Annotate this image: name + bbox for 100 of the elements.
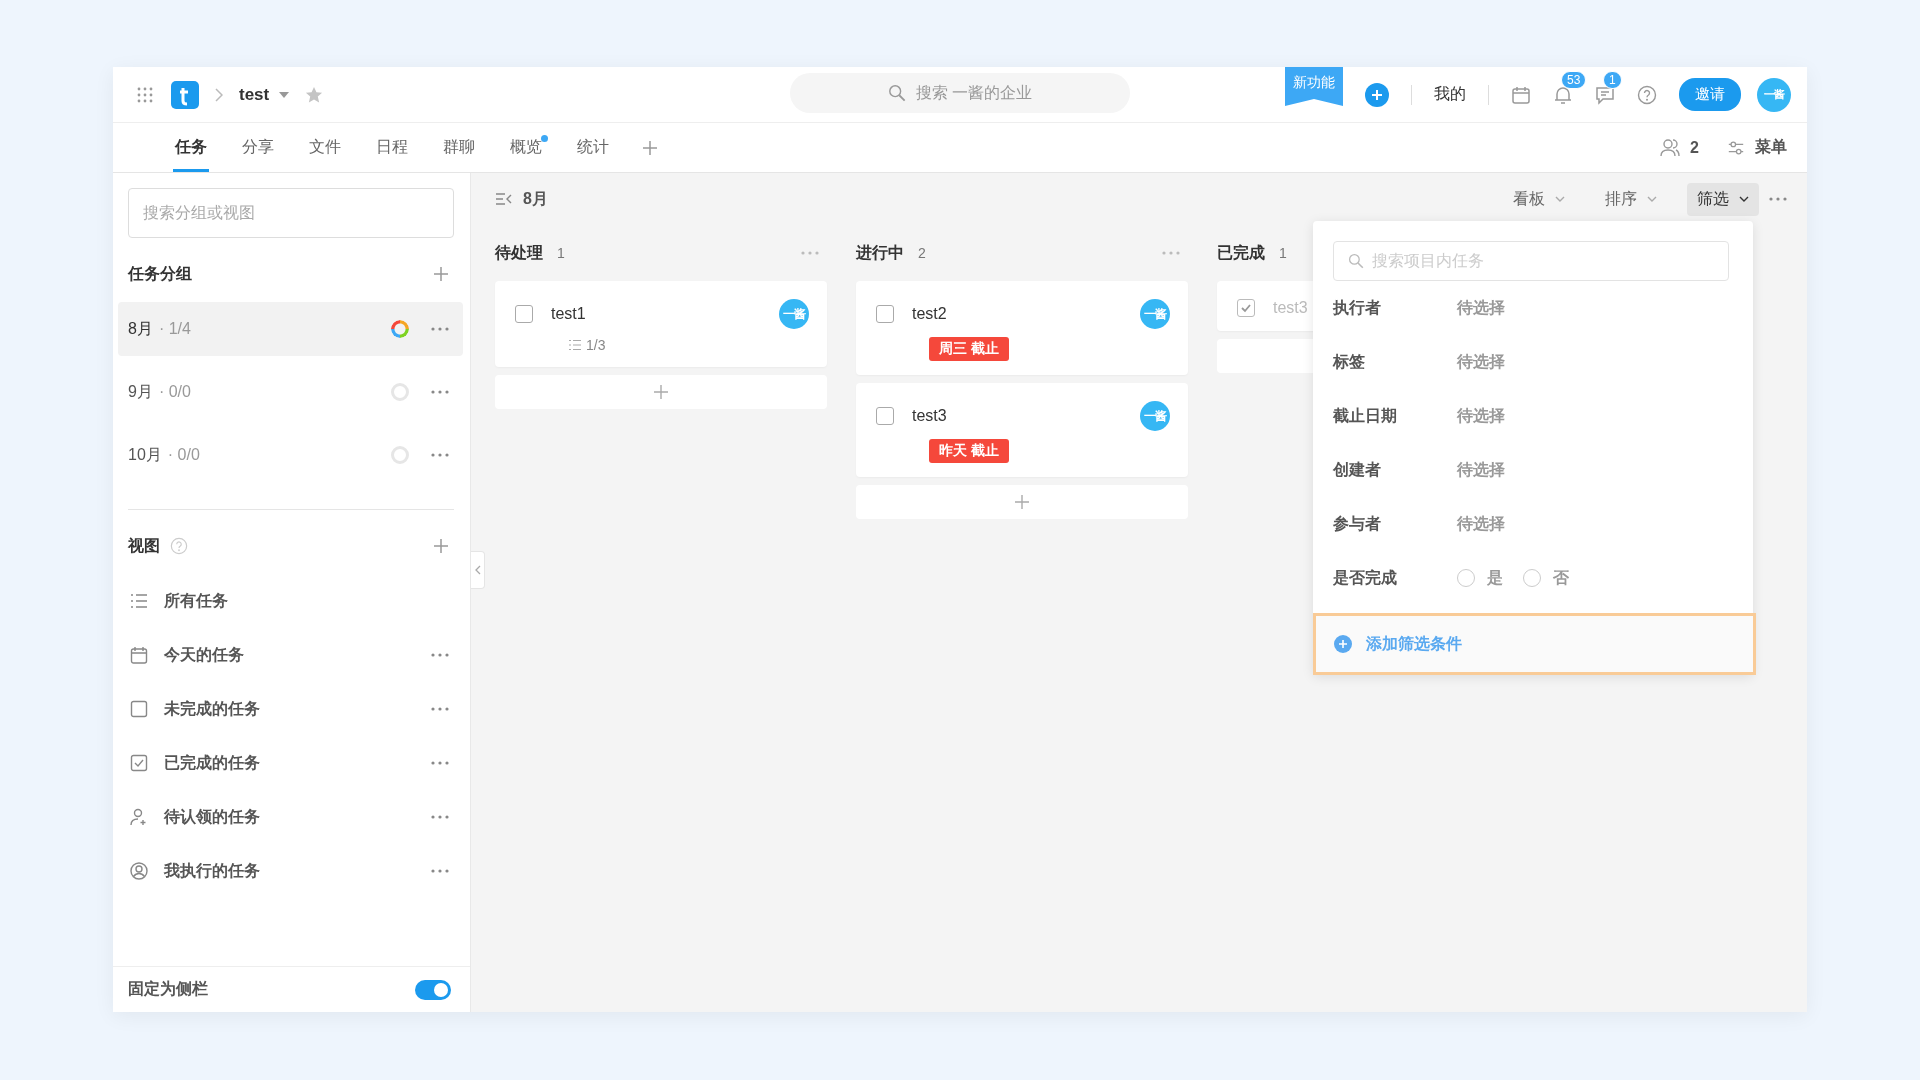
task-title: test3 (912, 407, 947, 425)
task-card[interactable]: test1 一酱 1/3 (495, 281, 827, 367)
collapse-list-icon[interactable] (495, 192, 513, 206)
filter-label: 截止日期 (1333, 405, 1398, 426)
apps-grid-icon[interactable] (137, 86, 153, 103)
column-title: 待处理 (495, 242, 543, 263)
calendar-icon (130, 646, 148, 664)
pin-toggle[interactable] (415, 979, 451, 1000)
filter-label: 参与者 (1333, 513, 1382, 534)
caret-icon (1555, 196, 1565, 202)
view-item[interactable]: 我执行的任务 (118, 844, 463, 898)
members-icon[interactable] (1660, 137, 1681, 158)
star-icon[interactable] (305, 85, 324, 104)
bell-icon[interactable] (1553, 84, 1573, 105)
task-card[interactable]: test3 一酱 昨天 截止 (856, 383, 1188, 477)
logo-icon[interactable] (171, 80, 199, 109)
subtask-icon (568, 339, 582, 351)
caret-icon (1739, 196, 1749, 202)
help-icon[interactable] (1637, 84, 1657, 105)
caret-icon (279, 91, 290, 98)
assignee-avatar: 一酱 (779, 299, 809, 329)
task-checkbox[interactable] (876, 305, 894, 323)
tab[interactable]: 文件 (307, 123, 343, 172)
column-count: 2 (918, 245, 926, 261)
more-icon[interactable] (431, 453, 449, 457)
column-count: 1 (1279, 245, 1287, 261)
project-switcher[interactable]: test (239, 84, 290, 105)
column-count: 1 (557, 245, 565, 261)
add-icon[interactable] (433, 266, 449, 282)
view-item[interactable]: 已完成的任务 (118, 736, 463, 790)
filter-label: 标签 (1333, 351, 1366, 372)
toolbar-dropdown[interactable]: 排序 (1595, 182, 1667, 216)
tab[interactable]: 日程 (374, 123, 410, 172)
section-title: 视图 (128, 535, 160, 556)
more-icon[interactable] (431, 815, 449, 819)
message-icon[interactable] (1595, 84, 1615, 105)
menu-link[interactable]: 菜单 (1755, 137, 1787, 158)
toolbar-dropdown[interactable]: 筛选 (1687, 182, 1759, 216)
plus-icon (653, 384, 669, 400)
filter-label: 是否完成 (1333, 567, 1398, 588)
more-icon[interactable] (431, 327, 449, 331)
filter-label: 创建者 (1333, 459, 1382, 480)
more-icon[interactable] (431, 653, 449, 657)
new-dot (541, 135, 548, 142)
calendar-icon[interactable] (1511, 84, 1531, 105)
radio-label: 否 (1553, 567, 1569, 588)
notification-count: 53 (1561, 70, 1587, 89)
view-label: 我执行的任务 (164, 860, 260, 881)
my-button[interactable]: 我的 (1434, 84, 1466, 105)
task-title: test3 (1273, 299, 1308, 317)
tab[interactable]: 群聊 (441, 123, 477, 172)
view-item[interactable]: 所有任务 (118, 574, 463, 628)
collapse-handle[interactable] (471, 551, 485, 589)
board-title: 8月 (523, 188, 548, 209)
deadline-tag: 周三 截止 (929, 337, 1009, 361)
view-label: 未完成的任务 (164, 698, 260, 719)
view-item[interactable]: 今天的任务 (118, 628, 463, 682)
members-count[interactable]: 2 (1690, 138, 1699, 157)
assignee-avatar: 一酱 (1140, 401, 1170, 431)
task-card[interactable]: test2 一酱 周三 截止 (856, 281, 1188, 375)
toolbar-dropdown[interactable]: 看板 (1503, 182, 1575, 216)
more-icon[interactable] (431, 869, 449, 873)
group-item[interactable]: 8月 · 1/4 (118, 302, 463, 356)
search-icon (1348, 253, 1364, 269)
task-checkbox[interactable] (876, 407, 894, 425)
plus-icon (1014, 494, 1030, 510)
assignee-avatar: 一酱 (1140, 299, 1170, 329)
task-checkbox[interactable] (515, 305, 533, 323)
group-progress: · 0/0 (158, 383, 191, 401)
more-icon[interactable] (431, 390, 449, 394)
person-add-icon (130, 808, 148, 826)
view-item[interactable]: 待认领的任务 (118, 790, 463, 844)
view-label: 待认领的任务 (164, 806, 260, 827)
view-label: 今天的任务 (164, 644, 244, 665)
add-icon[interactable] (1365, 82, 1389, 107)
task-title: test1 (551, 305, 586, 323)
add-tab-icon[interactable] (642, 139, 658, 156)
add-icon[interactable] (433, 538, 449, 554)
task-checkbox[interactable] (1237, 299, 1255, 317)
help-icon[interactable] (170, 537, 188, 555)
tab[interactable]: 分享 (240, 123, 276, 172)
tab[interactable]: 概览 (508, 123, 544, 172)
filter-label: 执行者 (1333, 297, 1382, 318)
column-title: 进行中 (856, 242, 904, 263)
tab[interactable]: 任务 (173, 123, 209, 172)
more-icon[interactable] (1769, 197, 1787, 201)
search-icon (887, 84, 906, 102)
more-icon[interactable] (431, 707, 449, 711)
add-icon (1334, 635, 1352, 653)
group-progress: · 1/4 (158, 320, 191, 338)
tab[interactable]: 统计 (575, 123, 611, 172)
more-icon[interactable] (431, 761, 449, 765)
checkbox-icon (130, 700, 148, 718)
user-circle-icon (130, 862, 148, 880)
group-item[interactable]: 10月 · 0/0 (118, 428, 463, 482)
more-icon[interactable] (1162, 251, 1180, 255)
view-item[interactable]: 未完成的任务 (118, 682, 463, 736)
group-item[interactable]: 9月 · 0/0 (118, 365, 463, 419)
more-icon[interactable] (801, 251, 819, 255)
subtask-count: 1/3 (586, 337, 606, 353)
